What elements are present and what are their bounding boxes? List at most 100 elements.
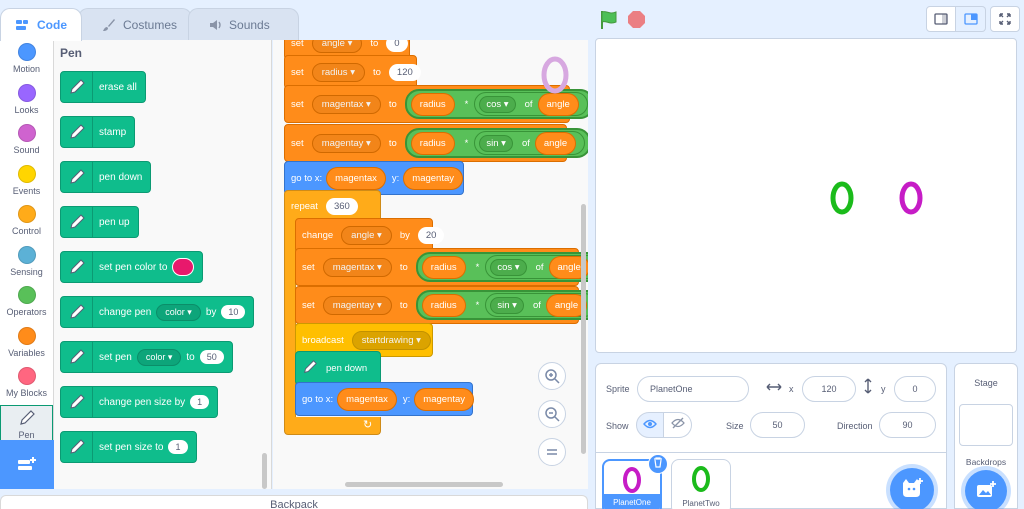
radius-reporter[interactable]: radius [421,255,466,279]
fullscreen-button[interactable] [990,6,1020,32]
message-dropdown[interactable]: startdrawing ▾ [351,330,431,350]
function-dropdown[interactable]: sin ▾ [490,296,524,314]
function-dropdown[interactable]: cos ▾ [490,258,527,276]
script-vertical-scrollbar[interactable] [581,204,586,454]
variable-dropdown[interactable]: magentay ▾ [322,295,392,315]
category-motion[interactable]: Motion [0,40,53,81]
set-pen-color-block[interactable]: set pen color to [60,251,204,283]
block-label: by [399,229,410,241]
value-input[interactable]: 360 [325,197,358,215]
category-pen[interactable]: Pen [0,404,53,445]
value-input[interactable]: 1 [168,440,188,454]
change-pen-size-block[interactable]: change pen size by 1 [60,386,219,418]
value-input[interactable]: 10 [221,305,246,319]
operator-symbol: * [475,299,480,311]
set-magentax-block[interactable]: set magentax ▾ to radius * cos ▾ of angl… [295,248,588,286]
set-radius-block[interactable]: set radius ▾ to 120 [284,55,421,89]
value-input[interactable]: 20 [417,226,445,244]
pen-up-block[interactable]: pen up [60,206,139,238]
multiply-operator[interactable]: radius * sin ▾ of angle [415,290,588,320]
math-function-block[interactable]: sin ▾ of angle [474,131,586,155]
stop-icon[interactable] [627,10,646,29]
add-extension-button[interactable] [0,440,54,489]
y-position-field[interactable]: 0 [894,376,936,402]
choose-sprite-button[interactable] [890,468,934,509]
variable-dropdown[interactable]: angle ▾ [341,225,392,245]
category-control[interactable]: Control [0,202,53,243]
normal-stage-button[interactable] [956,6,986,32]
stamp-block[interactable]: stamp [60,116,136,148]
set-pen-param-block[interactable]: set pen color ▾ to 50 [60,341,233,373]
set-magentay-block[interactable]: set magentay ▾ to radius * sin ▾ of angl… [284,124,588,162]
variable-dropdown[interactable]: radius ▾ [311,62,365,82]
function-dropdown[interactable]: cos ▾ [479,95,516,113]
category-sensing[interactable]: Sensing [0,243,53,284]
variable-dropdown[interactable]: magentax ▾ [322,257,392,277]
category-label: Sensing [10,266,43,277]
value-input[interactable]: 1 [190,395,210,409]
magentax-reporter[interactable]: magentax [337,387,397,411]
planet-two-sprite[interactable] [828,179,856,222]
stage-thumbnail[interactable] [959,404,1013,446]
variable-dropdown[interactable]: magentay ▾ [311,133,381,153]
radius-reporter[interactable]: radius [421,293,466,317]
zoom-in-button[interactable] [538,362,566,390]
pen-param-dropdown[interactable]: color ▾ [156,303,201,321]
variable-dropdown[interactable]: magentax ▾ [311,94,381,114]
planet-one-sprite[interactable] [897,179,925,222]
small-stage-button[interactable] [926,6,956,32]
delete-sprite-button[interactable] [648,454,668,474]
tab-code[interactable]: Code [0,8,82,41]
function-dropdown[interactable]: sin ▾ [479,134,513,152]
choose-backdrop-button[interactable] [965,470,1007,509]
multiply-operator[interactable]: radius * sin ▾ of angle [404,128,588,158]
size-field[interactable]: 50 [750,412,805,438]
pen-down-block[interactable]: pen down [295,351,381,385]
set-magentay-block[interactable]: set magentay ▾ to radius * sin ▾ of angl… [295,286,588,324]
category-my-blocks[interactable]: My Blocks [0,364,53,405]
magentay-reporter[interactable]: magentay [414,387,475,411]
tab-costumes[interactable]: Costumes [78,8,193,40]
tab-sounds[interactable]: Sounds [188,8,299,40]
goto-xy-block[interactable]: go to x: magentax y: magentay [295,382,475,416]
value-input[interactable]: 50 [199,350,224,364]
backpack[interactable]: Backpack [0,495,588,509]
category-looks[interactable]: Looks [0,81,53,122]
value-input[interactable]: 120 [388,63,421,81]
hide-button[interactable] [664,412,692,438]
variable-dropdown[interactable]: angle ▾ [311,40,363,53]
math-function-block[interactable]: cos ▾ of angle [485,255,588,279]
angle-reporter[interactable]: angle [534,131,577,155]
category-operators[interactable]: Operators [0,283,53,324]
pen-param-dropdown[interactable]: color ▾ [136,348,182,366]
sprite-name-field[interactable]: PlanetOne [637,376,749,402]
multiply-operator[interactable]: radius * cos ▾ of angle [415,252,588,282]
category-variables[interactable]: Variables [0,324,53,365]
stage-canvas[interactable] [595,38,1017,353]
pen-color-swatch[interactable] [172,258,195,276]
change-pen-param-block[interactable]: change pen color ▾ by 10 [60,296,255,328]
math-function-block[interactable]: sin ▾ of angle [485,293,588,317]
radius-reporter[interactable]: radius [410,131,455,155]
direction-field[interactable]: 90 [879,412,936,438]
set-pen-size-block[interactable]: set pen size to 1 [60,431,197,463]
change-angle-block[interactable]: change angle ▾ by 20 [295,218,445,252]
magentax-reporter[interactable]: magentax [326,166,386,190]
zoom-out-button[interactable] [538,400,566,428]
script-horizontal-scrollbar[interactable] [345,482,503,487]
category-sound[interactable]: Sound [0,121,53,162]
green-flag-icon[interactable] [598,9,620,31]
set-magentax-block[interactable]: set magentax ▾ to radius * cos ▾ of angl… [284,85,588,123]
stage-selector-panel[interactable]: Stage Backdrops [954,363,1018,509]
value-input[interactable]: 0 [386,40,408,52]
radius-reporter[interactable]: radius [410,92,455,116]
magentay-reporter[interactable]: magentay [403,166,464,190]
sprite-tile-planettwo[interactable]: PlanetTwo [671,459,731,509]
show-button[interactable] [636,412,664,438]
zoom-reset-button[interactable] [538,438,566,466]
x-position-field[interactable]: 120 [802,376,856,402]
erase-all-block[interactable]: erase all [60,71,146,103]
palette-scrollbar[interactable] [262,453,267,489]
category-events[interactable]: Events [0,162,53,203]
pen-down-block[interactable]: pen down [60,161,152,193]
